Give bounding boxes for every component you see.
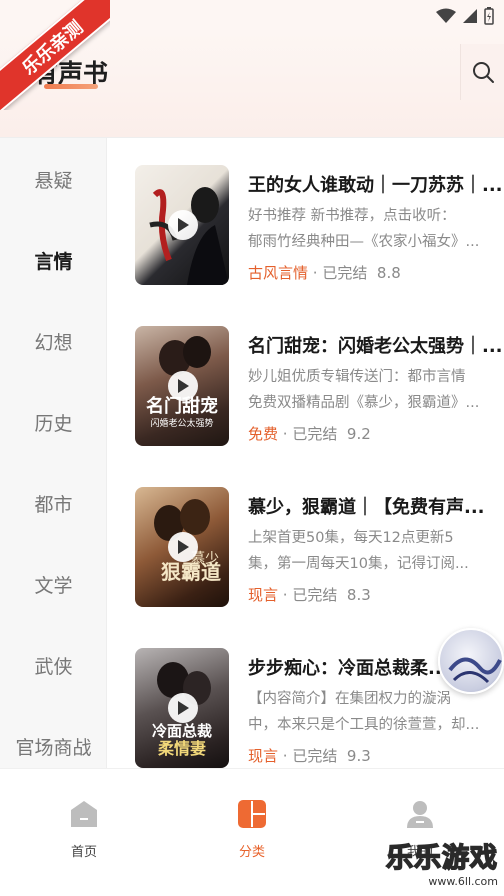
watermark-logo: 乐乐游戏 — [385, 842, 498, 875]
play-icon[interactable] — [168, 693, 198, 723]
tab-home[interactable]: 首页 — [39, 799, 129, 860]
book-cover[interactable]: 名门甜宠 闪婚老公太强势 — [135, 326, 229, 446]
sidebar-item-suspense[interactable]: 悬疑 — [0, 159, 107, 199]
book-description: 【内容简介】在集团权力的漩涡 中，本来只是个工具的徐萱萱，却... — [248, 691, 480, 733]
book-description: 妙儿姐优质专辑传送门：都市言情 免费双播精品剧《慕少，狠霸道》... — [248, 369, 480, 411]
score-text: 9.2 — [346, 425, 371, 443]
floating-player[interactable] — [438, 628, 504, 694]
wifi-icon — [436, 8, 456, 23]
score-text: 9.3 — [346, 747, 371, 765]
promo-ribbon: 乐乐亲测 — [0, 0, 110, 110]
sidebar-item-history[interactable]: 历史 — [0, 402, 107, 442]
genre-tag: 古风言情 — [248, 264, 309, 282]
sidebar-item-fantasy[interactable]: 幻想 — [0, 321, 107, 361]
book-title[interactable]: 王的女人谁敢动｜一刀苏苏｜... — [248, 171, 504, 197]
book-cover[interactable]: 冷面总裁 柔情妻 — [135, 648, 229, 768]
status-text: 已完结 — [322, 264, 368, 282]
sidebar-item-wuxia[interactable]: 武侠 — [0, 645, 107, 685]
sidebar-item-romance[interactable]: 言情 — [0, 240, 107, 280]
book-meta: 现言 · 已完结 9.3 — [248, 747, 371, 765]
book-item[interactable]: 王的女人谁敢动｜一刀苏苏｜... 好书推荐 新书推荐，点击收听： 郁雨竹经典种田—… — [107, 165, 504, 325]
site-watermark: 乐乐游戏 www.6ll.com — [385, 836, 498, 888]
play-icon[interactable] — [168, 371, 198, 401]
signal-icon — [463, 9, 477, 23]
svg-text:闪婚老公太强势: 闪婚老公太强势 — [150, 417, 213, 429]
genre-tag: 现言 — [248, 586, 279, 604]
home-icon — [71, 801, 97, 827]
book-description: 好书推荐 新书推荐，点击收听： 郁雨竹经典种田—《农家小福女》... — [248, 208, 480, 250]
book-title[interactable]: 名门甜宠：闪婚老公太强势｜... — [248, 332, 504, 358]
book-description: 上架首更50集，每天12点更新5 集，第一周每天10集，记得订阅... — [248, 530, 469, 572]
tab-category-label: 分类 — [238, 845, 265, 860]
tab-category[interactable]: 分类 — [207, 799, 297, 860]
category-icon — [238, 800, 266, 828]
user-icon — [407, 801, 433, 828]
status-text: 已完结 — [292, 586, 338, 604]
play-icon[interactable] — [168, 210, 198, 240]
book-cover[interactable] — [135, 165, 229, 285]
sidebar-item-literature[interactable]: 文学 — [0, 564, 107, 604]
genre-tag: 现言 — [248, 747, 279, 765]
book-item[interactable]: 狠霸道 慕少 慕少，狠霸道｜【免费有声... 上架首更50集，每天12点更新5 集… — [107, 487, 504, 647]
search-button[interactable] — [460, 44, 504, 100]
battery-icon — [484, 7, 494, 25]
book-cover[interactable]: 狠霸道 慕少 — [135, 487, 229, 607]
sidebar-item-business[interactable]: 官场商战 — [0, 726, 107, 766]
play-icon[interactable] — [168, 532, 198, 562]
status-text: 已完结 — [292, 425, 338, 443]
genre-tag: 免费 — [248, 425, 279, 443]
category-sidebar: 悬疑 言情 幻想 历史 都市 文学 武侠 官场商战 — [0, 138, 107, 768]
promo-ribbon-wrap: 乐乐亲测 — [0, 0, 110, 110]
search-icon — [472, 62, 494, 83]
svg-text:冷面总裁: 冷面总裁 — [152, 722, 212, 740]
status-text: 已完结 — [292, 747, 338, 765]
watermark-url: www.6ll.com — [428, 875, 498, 888]
score-text: 8.8 — [376, 264, 401, 282]
book-meta: 古风言情 · 已完结 8.8 — [248, 264, 401, 282]
book-item[interactable]: 名门甜宠 闪婚老公太强势 名门甜宠：闪婚老公太强势｜... 妙儿姐优质专辑传送门… — [107, 326, 504, 486]
svg-text:柔情妻: 柔情妻 — [157, 739, 206, 758]
book-meta: 现言 · 已完结 8.3 — [248, 586, 371, 604]
book-meta: 免费 · 已完结 9.2 — [248, 425, 371, 443]
score-text: 8.3 — [346, 586, 371, 604]
book-title[interactable]: 慕少，狠霸道｜【免费有声... — [248, 493, 504, 519]
sidebar-item-urban[interactable]: 都市 — [0, 483, 107, 523]
tab-home-label: 首页 — [70, 845, 97, 860]
